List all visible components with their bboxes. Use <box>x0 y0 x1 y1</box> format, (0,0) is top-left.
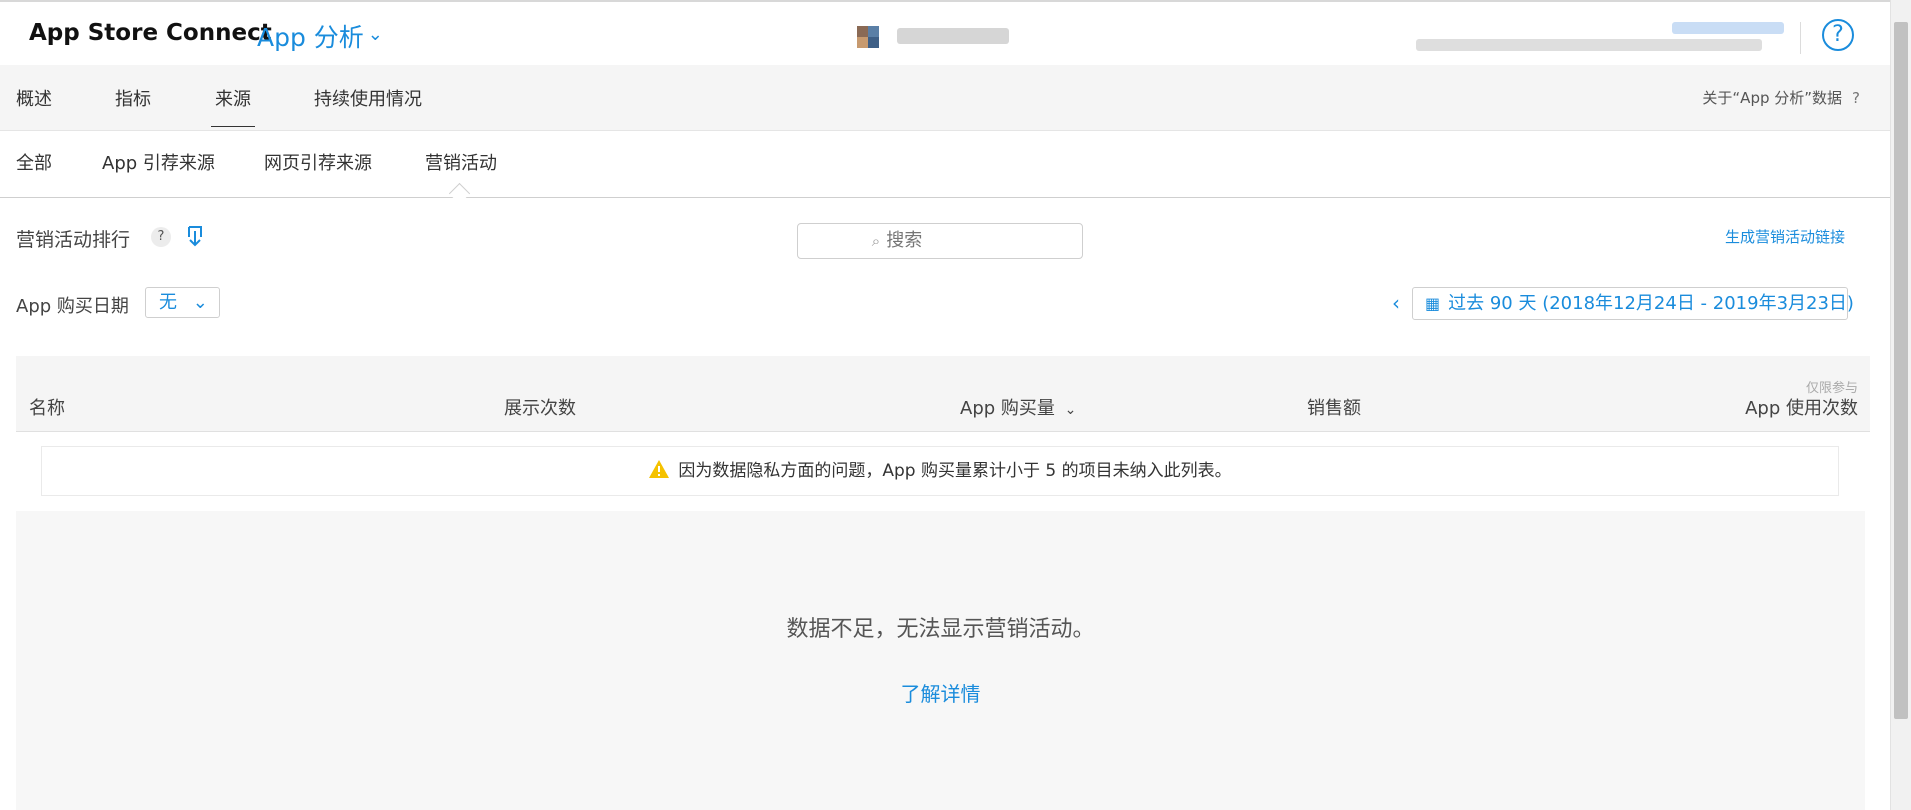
learn-more-container: 了解详情 <box>16 678 1865 707</box>
empty-state: 数据不足，无法显示营销活动。 了解详情 <box>16 511 1865 810</box>
col-app-units[interactable]: App 购买量 ⌄ <box>960 394 1076 420</box>
tab-metrics[interactable]: 指标 <box>115 85 151 111</box>
scrollbar-thumb[interactable] <box>1894 22 1908 719</box>
col-name[interactable]: 名称 <box>29 394 65 420</box>
app-icon <box>857 26 879 48</box>
sort-chevron-icon: ⌄ <box>1064 402 1077 418</box>
date-range-label: 过去 90 天 (2018年12月24日 - 2019年3月23日) <box>1448 293 1854 314</box>
about-analytics-link[interactable]: 关于“App 分析”数据? <box>1702 87 1860 108</box>
tab-campaigns[interactable]: 营销活动 <box>425 149 497 175</box>
account-name-redacted <box>1672 22 1784 34</box>
purchase-date-label: App 购买日期 <box>16 296 129 317</box>
tab-all[interactable]: 全部 <box>16 149 52 175</box>
module-label: App 分析 <box>257 23 364 52</box>
warning-icon <box>649 460 670 478</box>
col-sales[interactable]: 销售额 <box>1307 394 1361 420</box>
main-tabs: 概述 指标 来源 持续使用情况 关于“App 分析”数据? <box>0 65 1890 131</box>
help-question-icon[interactable]: ? <box>151 227 171 247</box>
search-icon: ⌕ <box>871 232 881 250</box>
tab-retention[interactable]: 持续使用情况 <box>314 85 422 111</box>
top-bar: App Store Connect App 分析 ⌄ ? <box>0 0 1890 67</box>
col-impressions[interactable]: 展示次数 <box>504 394 576 420</box>
account-team-redacted <box>1416 39 1762 51</box>
help-icon[interactable]: ? <box>1822 19 1854 51</box>
learn-more-link[interactable]: 了解详情 <box>901 682 981 706</box>
col-app-units-label: App 购买量 <box>960 398 1055 419</box>
chevron-down-icon: ⌄ <box>192 292 208 313</box>
purchase-date-select[interactable]: 无 ⌄ <box>145 287 220 318</box>
search-box[interactable]: ⌕ <box>797 223 1083 259</box>
tab-sources[interactable]: 来源 <box>211 85 255 127</box>
brand-title: App Store Connect <box>29 20 272 46</box>
header-divider <box>1800 22 1801 54</box>
privacy-warning: 因为数据隐私方面的问题，App 购买量累计小于 5 的项目未纳入此列表。 <box>41 446 1839 496</box>
search-input[interactable] <box>884 229 1009 252</box>
tab-app-referrers[interactable]: App 引荐来源 <box>102 149 215 175</box>
warning-text: 因为数据隐私方面的问题，App 购买量累计小于 5 的项目未纳入此列表。 <box>678 461 1232 481</box>
purchase-date-value: 无 <box>159 292 177 313</box>
col-sessions[interactable]: App 使用次数 <box>1745 394 1858 420</box>
range-prev-chevron-icon[interactable]: ‹ <box>1392 291 1400 315</box>
active-tab-caret <box>448 182 471 205</box>
module-switcher[interactable]: App 分析 ⌄ <box>257 18 383 54</box>
question-icon: ? <box>1852 89 1860 107</box>
tab-overview[interactable]: 概述 <box>16 85 52 111</box>
empty-message: 数据不足，无法显示营销活动。 <box>786 617 1095 642</box>
chevron-down-icon: ⌄ <box>367 23 383 45</box>
download-icon[interactable] <box>185 225 205 249</box>
scrollbar[interactable] <box>1890 0 1911 810</box>
app-name-redacted <box>897 28 1009 44</box>
generate-campaign-link[interactable]: 生成营销活动链接 <box>1725 226 1845 247</box>
date-range-picker[interactable]: ▦ 过去 90 天 (2018年12月24日 - 2019年3月23日) <box>1412 287 1854 320</box>
sub-tabs: 全部 App 引荐来源 网页引荐来源 营销活动 <box>0 131 1890 205</box>
tab-web-referrers[interactable]: 网页引荐来源 <box>264 149 372 175</box>
about-link-label: 关于“App 分析”数据 <box>1702 89 1843 107</box>
calendar-icon: ▦ <box>1425 294 1441 313</box>
table-header: 仅限参与 名称 展示次数 App 购买量 ⌄ 销售额 App 使用次数 <box>16 356 1870 432</box>
section-title: 营销活动排行 <box>16 229 131 251</box>
